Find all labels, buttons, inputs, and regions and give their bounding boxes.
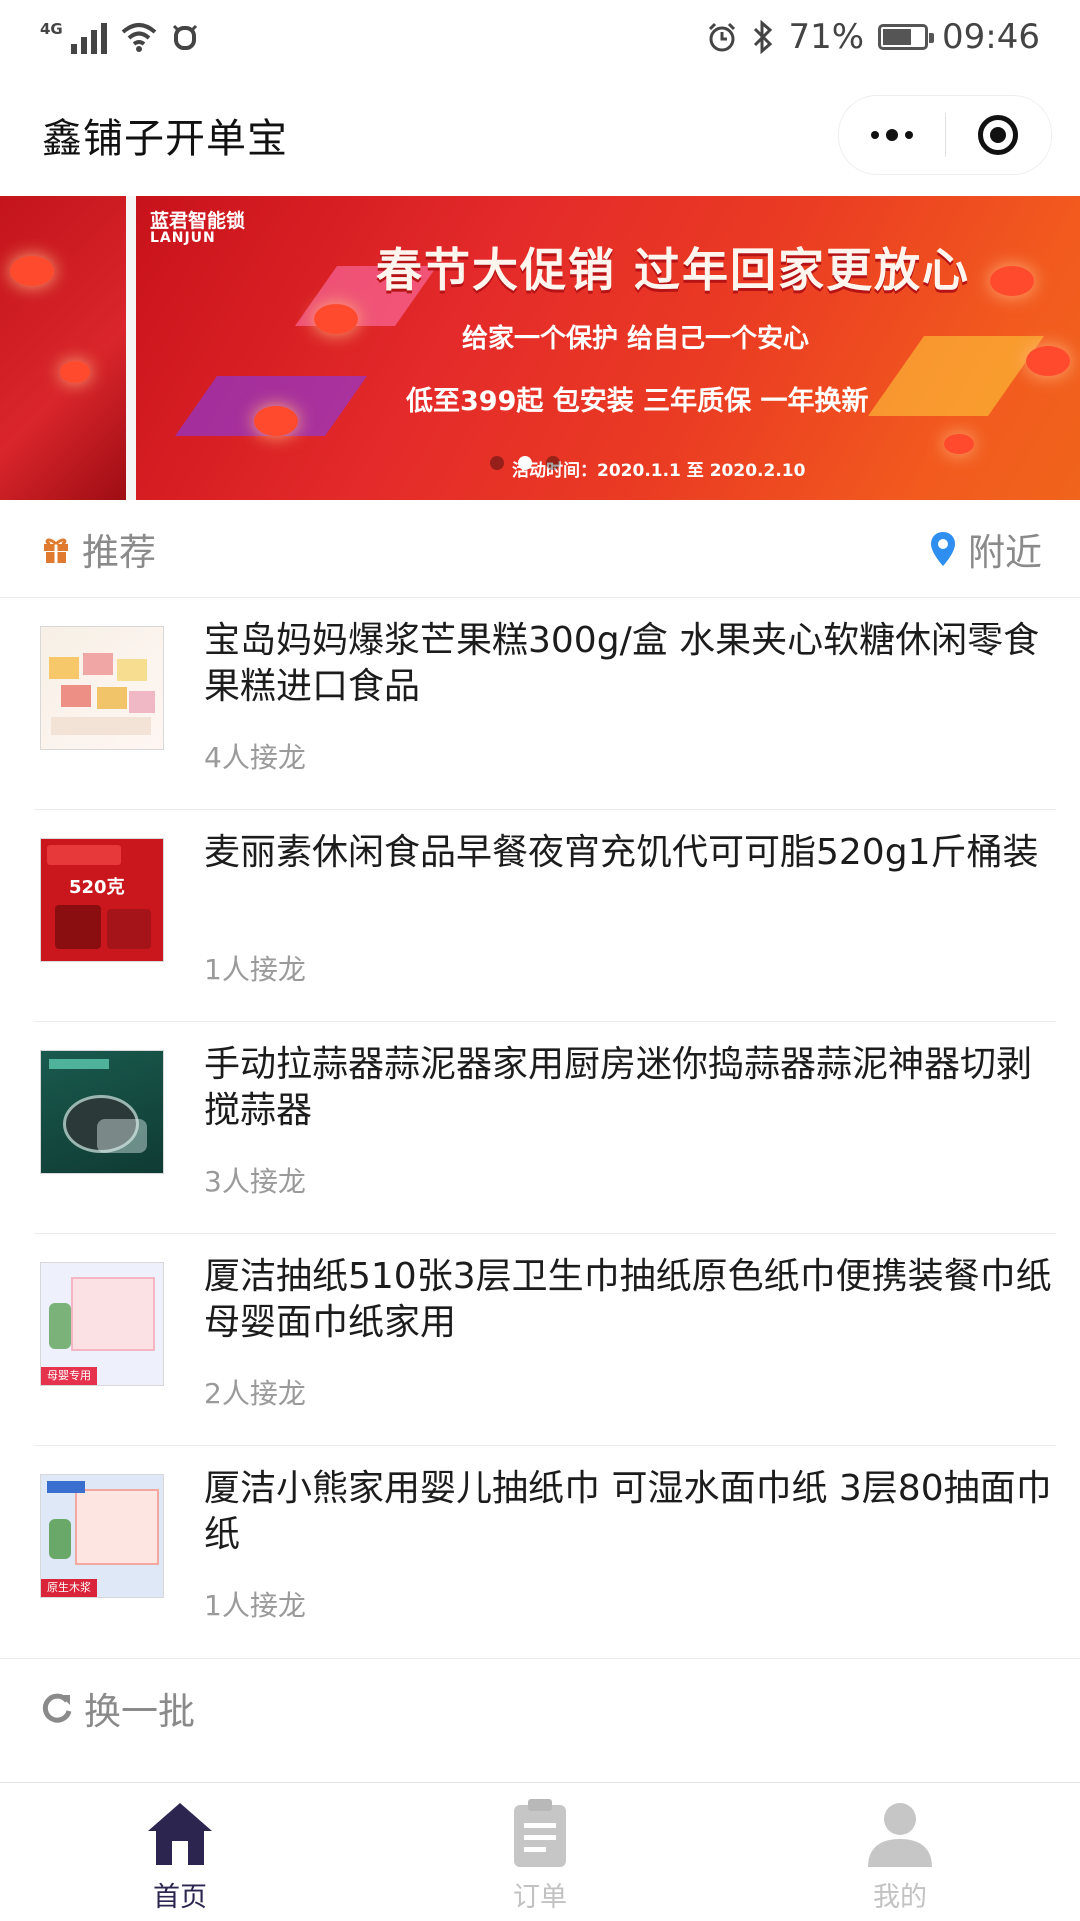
nearby-label: 附近: [968, 530, 1042, 574]
section-header: 推荐 附近: [0, 500, 1080, 598]
nav-bar: 鑫铺子开单宝: [0, 74, 1080, 196]
lantern-decoration: [314, 304, 358, 334]
product-title: 厦洁抽纸510张3层卫生巾抽纸原色纸巾便携装餐巾纸母婴面巾纸家用: [204, 1256, 1052, 1343]
product-thumbnail: 母婴专用: [40, 1262, 164, 1386]
product-joined-count: 1人接龙: [204, 1589, 306, 1622]
mini-program-capsule: [838, 95, 1052, 175]
lantern-decoration: [990, 266, 1034, 296]
signal-icon: [70, 20, 107, 54]
product-title: 宝岛妈妈爆浆芒果糕300g/盒 水果夹心软糖休闲零食果糕进口食品: [204, 620, 1040, 707]
product-list: 宝岛妈妈爆浆芒果糕300g/盒 水果夹心软糖休闲零食果糕进口食品 4人接龙 52…: [0, 598, 1080, 1658]
banner-title: 春节大促销 过年回家更放心: [376, 243, 971, 297]
home-icon: [148, 1803, 212, 1865]
status-left: 4G: [40, 20, 199, 54]
carousel-indicators: [490, 456, 560, 470]
user-icon: [868, 1803, 932, 1867]
page-title: 鑫铺子开单宝: [42, 116, 288, 162]
carousel-dot[interactable]: [518, 456, 532, 470]
lantern-decoration: [10, 256, 54, 286]
product-thumbnail: 520克: [40, 838, 164, 962]
thumb-text: 原生木浆: [41, 1579, 97, 1597]
product-title: 手动拉蒜器蒜泥器家用厨房迷你捣蒜器蒜泥神器切剥搅蒜器: [204, 1044, 1033, 1131]
tab-home-label: 首页: [153, 1882, 207, 1913]
tab-orders-label: 订单: [513, 1882, 567, 1913]
banner-offer: 低至399起 包安装 三年质保 一年换新: [406, 386, 869, 417]
banner-carousel[interactable]: 蓝君智能锁 LANJUN 春节大促销 过年回家更放心 给家一个保护 给自己一个安…: [0, 196, 1080, 500]
list-item[interactable]: 母婴专用 厦洁抽纸510张3层卫生巾抽纸原色纸巾便携装餐巾纸母婴面巾纸家用 2人…: [0, 1234, 1080, 1446]
recommend-label: 推荐: [82, 530, 156, 574]
target-circle-icon: [978, 115, 1019, 155]
location-pin-icon: [931, 531, 955, 566]
close-button[interactable]: [946, 96, 1052, 174]
streak-decoration: [867, 336, 1045, 416]
battery-icon: [878, 24, 935, 50]
bluetooth-icon: [754, 20, 773, 54]
tab-home[interactable]: 首页: [0, 1783, 360, 1921]
list-item[interactable]: 520克 麦丽素休闲食品早餐夜宵充饥代可可脂520g1斤桶装 1人接龙: [0, 810, 1080, 1022]
banner-slide-previous[interactable]: [0, 196, 126, 500]
thumb-text: 520克: [69, 877, 125, 898]
tab-orders[interactable]: 订单: [360, 1783, 720, 1921]
list-item[interactable]: 原生木浆 厦洁小熊家用婴儿抽纸巾 可湿水面巾纸 3层80抽面巾纸 1人接龙: [0, 1446, 1080, 1658]
lantern-decoration: [60, 361, 90, 383]
banner-slide-current[interactable]: 蓝君智能锁 LANJUN 春节大促销 过年回家更放心 给家一个保护 给自己一个安…: [136, 196, 1080, 500]
banner-brand: 蓝君智能锁: [150, 210, 246, 232]
product-thumbnail: [40, 1050, 164, 1174]
lantern-decoration: [254, 406, 298, 436]
clock: 09:46: [942, 17, 1040, 57]
product-joined-count: 1人接龙: [204, 953, 306, 986]
refresh-icon: [42, 1693, 72, 1723]
more-button[interactable]: [839, 96, 945, 174]
tab-nearby[interactable]: 附近: [930, 522, 1042, 576]
status-right: 71% 09:46: [706, 17, 1040, 57]
clipboard-icon: [514, 1799, 566, 1867]
lantern-decoration: [1026, 346, 1070, 376]
tab-bar: 首页 订单 我的: [0, 1782, 1080, 1921]
carousel-dot[interactable]: [546, 456, 560, 470]
product-joined-count: 3人接龙: [204, 1165, 306, 1198]
product-thumbnail: [40, 626, 164, 750]
banner-brand-en: LANJUN: [150, 230, 216, 246]
tab-recommend[interactable]: 推荐: [42, 522, 156, 576]
network-type: 4G: [40, 20, 63, 38]
product-title: 麦丽素休闲食品早餐夜宵充饥代可可脂520g1斤桶装: [204, 832, 1039, 873]
status-bar: 4G 71% 09:46: [0, 0, 1080, 74]
tab-profile[interactable]: 我的: [720, 1783, 1080, 1921]
product-joined-count: 4人接龙: [204, 741, 306, 774]
lantern-decoration: [944, 434, 974, 454]
tab-profile-label: 我的: [873, 1882, 927, 1913]
banner-gap: [126, 196, 136, 500]
thumb-text: 母婴专用: [41, 1367, 97, 1385]
product-title: 厦洁小熊家用婴儿抽纸巾 可湿水面巾纸 3层80抽面巾纸: [204, 1468, 1052, 1555]
refresh-label: 换一批: [84, 1689, 195, 1733]
list-item[interactable]: 宝岛妈妈爆浆芒果糕300g/盒 水果夹心软糖休闲零食果糕进口食品 4人接龙: [0, 598, 1080, 810]
gift-icon: [44, 537, 68, 563]
product-joined-count: 2人接龙: [204, 1377, 306, 1410]
alarm-icon: [709, 22, 736, 52]
carousel-dot[interactable]: [490, 456, 504, 470]
list-item[interactable]: 手动拉蒜器蒜泥器家用厨房迷你捣蒜器蒜泥神器切剥搅蒜器 3人接龙: [0, 1022, 1080, 1234]
product-thumbnail: 原生木浆: [40, 1474, 164, 1598]
more-dots-icon: [870, 129, 913, 141]
battery-percent: 71%: [788, 17, 865, 57]
banner-subtitle: 给家一个保护 给自己一个安心: [462, 324, 810, 354]
notification-icon: [172, 24, 197, 50]
wifi-icon: [121, 23, 157, 52]
refresh-button[interactable]: 换一批: [0, 1658, 1080, 1756]
